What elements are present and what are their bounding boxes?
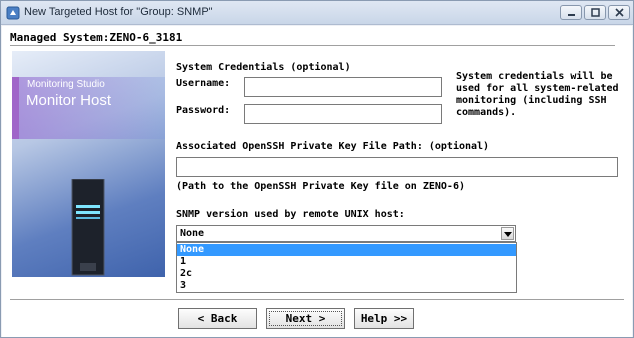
app-icon (6, 6, 20, 20)
snmp-option-3[interactable]: 3 (177, 280, 516, 292)
username-input[interactable] (244, 77, 442, 97)
ssh-key-path-input[interactable] (176, 157, 618, 177)
maximize-button[interactable] (584, 5, 606, 20)
maximize-icon (591, 8, 600, 17)
help-button-label: Help >> (360, 312, 408, 325)
minimize-button[interactable] (560, 5, 582, 20)
username-label: Username: (176, 78, 231, 89)
back-button[interactable]: < Back (178, 308, 257, 329)
snmp-version-select[interactable]: None (176, 225, 516, 242)
snmp-option-1[interactable]: 1 (177, 256, 516, 268)
password-label: Password: (176, 105, 231, 116)
title-bar[interactable]: New Targeted Host for "Group: SNMP" (1, 1, 633, 25)
window-title: New Targeted Host for "Group: SNMP" (24, 6, 213, 18)
footer-divider (10, 299, 624, 301)
minimize-icon (568, 14, 575, 16)
wizard-banner: Monitoring Studio Monitor Host (12, 51, 165, 277)
close-button[interactable] (608, 5, 630, 20)
chevron-down-icon (504, 232, 512, 237)
close-icon (615, 8, 624, 17)
credentials-note: System credentials will be used for all … (456, 71, 619, 118)
snmp-version-label: SNMP version used by remote UNIX host: (176, 209, 405, 220)
dropdown-arrow-button[interactable] (501, 227, 514, 240)
password-input[interactable] (244, 104, 442, 124)
dialog-window: New Targeted Host for "Group: SNMP" Mana… (0, 0, 634, 338)
managed-system-label: Managed System:ZENO-6_3181 (10, 31, 183, 44)
next-button-label: Next > (285, 312, 326, 325)
ssh-key-label: Associated OpenSSH Private Key File Path… (176, 141, 490, 152)
snmp-option-2c[interactable]: 2c (177, 268, 516, 280)
next-button[interactable]: Next > (266, 308, 345, 329)
help-button[interactable]: Help >> (354, 308, 414, 329)
banner-heading: Monitor Host (26, 92, 112, 109)
back-button-label: < Back (197, 312, 238, 325)
snmp-option-none[interactable]: None (177, 244, 516, 256)
snmp-version-dropdown: None 1 2c 3 (176, 242, 517, 293)
banner-product-name: Monitoring Studio (27, 79, 105, 90)
credentials-section-title: System Credentials (optional) (176, 62, 351, 73)
server-tower-icon (71, 179, 105, 276)
ssh-key-hint: (Path to the OpenSSH Private Key file on… (176, 181, 465, 192)
header-divider (10, 45, 615, 47)
snmp-selected-value: None (180, 228, 205, 239)
banner-accent-stripe (12, 77, 19, 139)
